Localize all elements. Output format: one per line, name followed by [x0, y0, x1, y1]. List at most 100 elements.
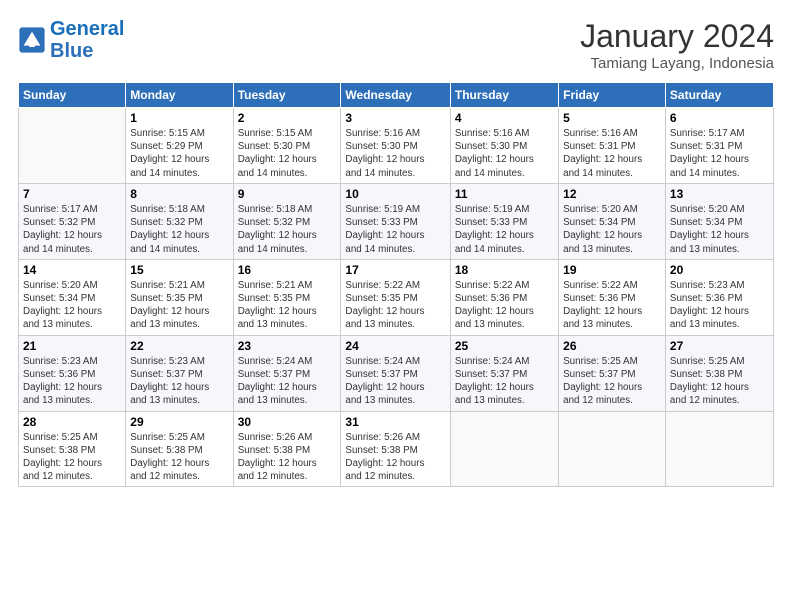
- calendar-cell: 3Sunrise: 5:16 AM Sunset: 5:30 PM Daylig…: [341, 108, 450, 184]
- location: Tamiang Layang, Indonesia: [580, 55, 774, 72]
- month-year: January 2024: [580, 18, 774, 55]
- calendar-cell: 2Sunrise: 5:15 AM Sunset: 5:30 PM Daylig…: [233, 108, 341, 184]
- day-number: 21: [23, 339, 121, 353]
- day-number: 31: [345, 415, 445, 429]
- day-info: Sunrise: 5:24 AM Sunset: 5:37 PM Dayligh…: [238, 355, 337, 408]
- day-info: Sunrise: 5:21 AM Sunset: 5:35 PM Dayligh…: [238, 279, 337, 332]
- calendar-body: 1Sunrise: 5:15 AM Sunset: 5:29 PM Daylig…: [19, 108, 774, 487]
- day-info: Sunrise: 5:20 AM Sunset: 5:34 PM Dayligh…: [670, 203, 769, 256]
- day-number: 15: [130, 263, 228, 277]
- calendar-cell: 13 Sunrise: 5:20 AM Sunset: 5:34 PM Dayli…: [665, 183, 773, 259]
- calendar-cell: [19, 108, 126, 184]
- day-info: Sunrise: 5:20 AM Sunset: 5:34 PM Dayligh…: [23, 279, 121, 332]
- calendar-cell: 8 Sunrise: 5:18 AM Sunset: 5:32 PM Daylig…: [126, 183, 233, 259]
- calendar-table: SundayMondayTuesdayWednesdayThursdayFrid…: [18, 82, 774, 487]
- calendar-week-row: 1Sunrise: 5:15 AM Sunset: 5:29 PM Daylig…: [19, 108, 774, 184]
- calendar-cell: [665, 411, 773, 487]
- day-number: 23: [238, 339, 337, 353]
- calendar-cell: 11 Sunrise: 5:19 AM Sunset: 5:33 PM Dayli…: [450, 183, 558, 259]
- day-number: 8: [130, 187, 228, 201]
- calendar-cell: 29 Sunrise: 5:25 AM Sunset: 5:38 PM Dayli…: [126, 411, 233, 487]
- calendar-week-row: 28 Sunrise: 5:25 AM Sunset: 5:38 PM Dayli…: [19, 411, 774, 487]
- day-number: 18: [455, 263, 554, 277]
- day-info: Sunrise: 5:18 AM Sunset: 5:32 PM Dayligh…: [130, 203, 228, 256]
- title-block: January 2024 Tamiang Layang, Indonesia: [580, 18, 774, 72]
- day-info: Sunrise: 5:17 AM Sunset: 5:32 PM Dayligh…: [23, 203, 121, 256]
- calendar-cell: 1Sunrise: 5:15 AM Sunset: 5:29 PM Daylig…: [126, 108, 233, 184]
- day-number: 26: [563, 339, 661, 353]
- calendar-cell: 24Sunrise: 5:24 AM Sunset: 5:37 PM Dayli…: [341, 335, 450, 411]
- calendar-cell: 5 Sunrise: 5:16 AM Sunset: 5:31 PM Daylig…: [559, 108, 666, 184]
- day-number: 19: [563, 263, 661, 277]
- logo-text: General Blue: [50, 18, 124, 62]
- day-info: Sunrise: 5:25 AM Sunset: 5:38 PM Dayligh…: [23, 431, 121, 484]
- day-number: 25: [455, 339, 554, 353]
- day-number: 29: [130, 415, 228, 429]
- day-info: Sunrise: 5:25 AM Sunset: 5:38 PM Dayligh…: [670, 355, 769, 408]
- day-number: 28: [23, 415, 121, 429]
- page: General Blue January 2024 Tamiang Layang…: [0, 0, 792, 612]
- day-info: Sunrise: 5:18 AM Sunset: 5:32 PM Dayligh…: [238, 203, 337, 256]
- header: General Blue January 2024 Tamiang Layang…: [18, 18, 774, 72]
- day-info: Sunrise: 5:19 AM Sunset: 5:33 PM Dayligh…: [345, 203, 445, 256]
- day-number: 14: [23, 263, 121, 277]
- day-info: Sunrise: 5:21 AM Sunset: 5:35 PM Dayligh…: [130, 279, 228, 332]
- calendar-cell: 28 Sunrise: 5:25 AM Sunset: 5:38 PM Dayli…: [19, 411, 126, 487]
- day-info: Sunrise: 5:19 AM Sunset: 5:33 PM Dayligh…: [455, 203, 554, 256]
- calendar-cell: 21 Sunrise: 5:23 AM Sunset: 5:36 PM Dayli…: [19, 335, 126, 411]
- calendar-cell: 20 Sunrise: 5:23 AM Sunset: 5:36 PM Dayli…: [665, 259, 773, 335]
- day-number: 27: [670, 339, 769, 353]
- weekday-header-cell: Wednesday: [341, 83, 450, 108]
- weekday-header-cell: Friday: [559, 83, 666, 108]
- calendar-cell: 12Sunrise: 5:20 AM Sunset: 5:34 PM Dayli…: [559, 183, 666, 259]
- day-number: 1: [130, 111, 228, 125]
- weekday-header-cell: Saturday: [665, 83, 773, 108]
- calendar-cell: 18 Sunrise: 5:22 AM Sunset: 5:36 PM Dayli…: [450, 259, 558, 335]
- calendar-cell: 16Sunrise: 5:21 AM Sunset: 5:35 PM Dayli…: [233, 259, 341, 335]
- logo-icon: [18, 26, 46, 54]
- weekday-header-cell: Sunday: [19, 83, 126, 108]
- logo-general: General: [50, 18, 124, 40]
- calendar-week-row: 14 Sunrise: 5:20 AM Sunset: 5:34 PM Dayli…: [19, 259, 774, 335]
- calendar-cell: 17Sunrise: 5:22 AM Sunset: 5:35 PM Dayli…: [341, 259, 450, 335]
- calendar-cell: 7 Sunrise: 5:17 AM Sunset: 5:32 PM Daylig…: [19, 183, 126, 259]
- calendar-cell: 10Sunrise: 5:19 AM Sunset: 5:33 PM Dayli…: [341, 183, 450, 259]
- day-info: Sunrise: 5:15 AM Sunset: 5:30 PM Dayligh…: [238, 127, 337, 180]
- calendar-week-row: 21 Sunrise: 5:23 AM Sunset: 5:36 PM Dayli…: [19, 335, 774, 411]
- calendar-cell: [450, 411, 558, 487]
- calendar-cell: [559, 411, 666, 487]
- calendar-cell: 4Sunrise: 5:16 AM Sunset: 5:30 PM Daylig…: [450, 108, 558, 184]
- weekday-header-cell: Monday: [126, 83, 233, 108]
- day-number: 20: [670, 263, 769, 277]
- day-number: 3: [345, 111, 445, 125]
- day-info: Sunrise: 5:23 AM Sunset: 5:37 PM Dayligh…: [130, 355, 228, 408]
- day-number: 13: [670, 187, 769, 201]
- day-number: 11: [455, 187, 554, 201]
- day-info: Sunrise: 5:25 AM Sunset: 5:38 PM Dayligh…: [130, 431, 228, 484]
- day-number: 9: [238, 187, 337, 201]
- calendar-cell: 19 Sunrise: 5:22 AM Sunset: 5:36 PM Dayli…: [559, 259, 666, 335]
- calendar-cell: 6Sunrise: 5:17 AM Sunset: 5:31 PM Daylig…: [665, 108, 773, 184]
- day-info: Sunrise: 5:16 AM Sunset: 5:31 PM Dayligh…: [563, 127, 661, 180]
- day-info: Sunrise: 5:26 AM Sunset: 5:38 PM Dayligh…: [238, 431, 337, 484]
- day-info: Sunrise: 5:23 AM Sunset: 5:36 PM Dayligh…: [23, 355, 121, 408]
- day-info: Sunrise: 5:22 AM Sunset: 5:36 PM Dayligh…: [563, 279, 661, 332]
- day-number: 17: [345, 263, 445, 277]
- day-number: 5: [563, 111, 661, 125]
- logo-blue: Blue: [50, 40, 93, 62]
- day-number: 7: [23, 187, 121, 201]
- day-info: Sunrise: 5:22 AM Sunset: 5:36 PM Dayligh…: [455, 279, 554, 332]
- day-info: Sunrise: 5:23 AM Sunset: 5:36 PM Dayligh…: [670, 279, 769, 332]
- calendar-cell: 25Sunrise: 5:24 AM Sunset: 5:37 PM Dayli…: [450, 335, 558, 411]
- weekday-header-cell: Tuesday: [233, 83, 341, 108]
- day-number: 4: [455, 111, 554, 125]
- day-number: 30: [238, 415, 337, 429]
- logo: General Blue: [18, 18, 124, 62]
- weekday-header-cell: Thursday: [450, 83, 558, 108]
- day-info: Sunrise: 5:25 AM Sunset: 5:37 PM Dayligh…: [563, 355, 661, 408]
- calendar-cell: 22Sunrise: 5:23 AM Sunset: 5:37 PM Dayli…: [126, 335, 233, 411]
- calendar-cell: 15 Sunrise: 5:21 AM Sunset: 5:35 PM Dayli…: [126, 259, 233, 335]
- calendar-cell: 14 Sunrise: 5:20 AM Sunset: 5:34 PM Dayli…: [19, 259, 126, 335]
- day-info: Sunrise: 5:26 AM Sunset: 5:38 PM Dayligh…: [345, 431, 445, 484]
- calendar-cell: 31 Sunrise: 5:26 AM Sunset: 5:38 PM Dayli…: [341, 411, 450, 487]
